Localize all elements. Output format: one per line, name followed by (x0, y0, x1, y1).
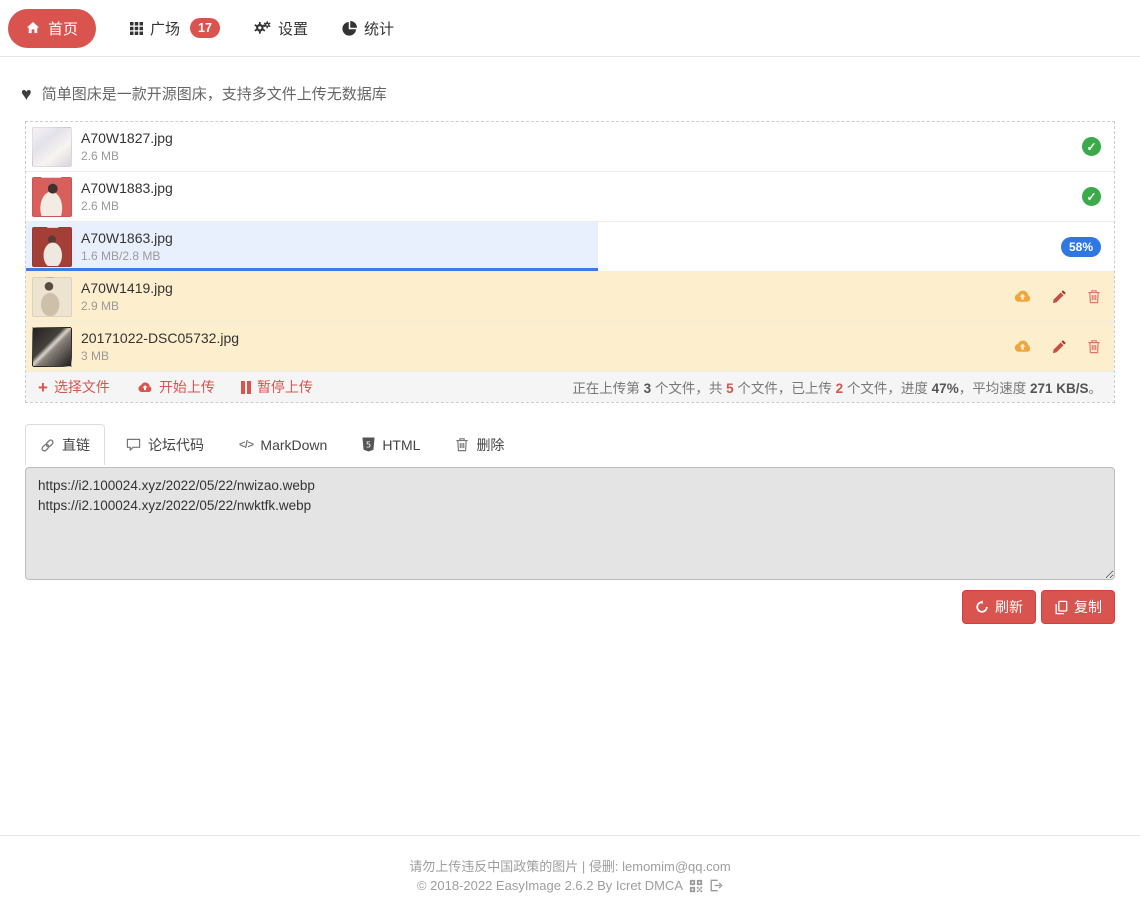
file-thumbnail (32, 277, 72, 317)
file-row-uploading: A70W1863.jpg 1.6 MB/2.8 MB 58% (26, 222, 1114, 272)
svg-text:5: 5 (366, 440, 371, 450)
status-segment: 个文件，共 (651, 381, 726, 396)
pie-chart-icon (342, 21, 357, 36)
status-current-number: 3 (644, 381, 652, 396)
copy-label: 复制 (1074, 597, 1102, 617)
intro-text: 简单图床是一款开源图床，支持多文件上传无数据库 (42, 83, 387, 104)
footer: 请勿上传违反中国政策的图片 | 侵删: lemomim@qq.com © 201… (0, 835, 1140, 895)
success-check-icon: ✓ (1082, 187, 1101, 206)
nav-home-label: 首页 (48, 18, 78, 39)
nav-stats[interactable]: 统计 (342, 18, 394, 39)
tab-html[interactable]: 5 HTML (348, 424, 434, 465)
success-check-icon: ✓ (1082, 137, 1101, 156)
file-thumbnail (32, 227, 72, 267)
file-size: 3 MB (81, 349, 239, 365)
status-speed-number: 271 KB/S (1030, 381, 1089, 396)
nav-plaza-label: 广场 (150, 18, 180, 39)
tab-label: 直链 (62, 435, 90, 455)
file-name: A70W1863.jpg (81, 229, 173, 249)
qr-code-icon[interactable] (689, 879, 703, 893)
tab-markdown[interactable]: </> MarkDown (225, 424, 341, 465)
file-row-queued: A70W1419.jpg 2.9 MB (26, 272, 1114, 322)
tab-label: MarkDown (260, 437, 327, 453)
footer-copyright: © 2018-2022 EasyImage 2.6.2 By Icret DMC… (417, 876, 683, 895)
edit-icon[interactable] (1052, 289, 1067, 304)
file-name: 20171022-DSC05732.jpg (81, 329, 239, 349)
status-segment: 个文件，已上传 (734, 381, 836, 396)
tab-delete[interactable]: 删除 (441, 424, 518, 465)
link-icon (40, 438, 55, 453)
file-size: 2.9 MB (81, 299, 173, 315)
heart-icon: ♥ (21, 85, 32, 103)
copy-icon (1054, 600, 1068, 615)
status-progress-number: 47% (932, 381, 959, 396)
file-size: 2.6 MB (81, 149, 173, 165)
file-row: A70W1827.jpg 2.6 MB ✓ (26, 122, 1114, 172)
nav-settings[interactable]: 设置 (254, 18, 308, 39)
nav-settings-label: 设置 (278, 18, 308, 39)
file-thumbnail (32, 327, 72, 367)
file-thumbnail (32, 127, 72, 167)
start-upload-label: 开始上传 (159, 377, 215, 397)
copy-button[interactable]: 复制 (1041, 590, 1115, 624)
trash-icon (455, 437, 469, 452)
html5-icon: 5 (362, 437, 375, 452)
pause-upload-button[interactable]: 暂停上传 (241, 377, 313, 397)
file-thumbnail (32, 177, 72, 217)
start-upload-button[interactable]: 开始上传 (136, 377, 215, 397)
status-total-number: 5 (726, 381, 734, 396)
select-files-button[interactable]: + 选择文件 (38, 377, 110, 397)
edit-icon[interactable] (1052, 339, 1067, 354)
tab-forum-code[interactable]: 论坛代码 (112, 424, 218, 465)
links-output-textarea[interactable]: https://i2.100024.xyz/2022/05/22/nwizao.… (25, 467, 1115, 580)
cloud-upload-icon (136, 381, 153, 394)
progress-badge: 58% (1061, 237, 1101, 257)
select-files-label: 选择文件 (54, 377, 110, 397)
refresh-icon (975, 600, 989, 614)
file-row: A70W1883.jpg 2.6 MB ✓ (26, 172, 1114, 222)
plaza-count-badge: 17 (190, 18, 220, 38)
tab-label: HTML (382, 437, 420, 453)
status-segment: 正在上传第 (572, 381, 643, 396)
code-icon: </> (239, 439, 253, 451)
status-segment: ，平均速度 (959, 381, 1030, 396)
nav-stats-label: 统计 (364, 18, 394, 39)
nav-plaza[interactable]: 广场 17 (130, 18, 220, 39)
upload-file-icon[interactable] (1012, 339, 1032, 354)
nav-home[interactable]: 首页 (8, 9, 96, 48)
refresh-button[interactable]: 刷新 (962, 590, 1036, 624)
file-row-queued: 20171022-DSC05732.jpg 3 MB (26, 322, 1114, 372)
link-tabs: 直链 论坛代码 </> MarkDown 5 HTML 删除 (25, 424, 1115, 465)
intro-line: ♥ 简单图床是一款开源图床，支持多文件上传无数据库 (21, 83, 1115, 104)
chat-icon (126, 437, 141, 452)
pause-icon (241, 381, 251, 394)
home-icon (26, 21, 40, 35)
status-segment: 。 (1089, 381, 1103, 396)
file-size: 2.6 MB (81, 199, 173, 215)
top-nav: 首页 广场 17 设置 统计 (0, 0, 1140, 57)
output-actions: 刷新 复制 (25, 590, 1115, 624)
footer-notice: 请勿上传违反中国政策的图片 | 侵删: lemomim@qq.com (0, 857, 1140, 876)
file-name: A70W1419.jpg (81, 279, 173, 299)
upload-status-text: 正在上传第 3 个文件，共 5 个文件，已上传 2 个文件，进度 47%，平均速… (572, 377, 1102, 397)
delete-icon[interactable] (1087, 289, 1101, 304)
status-segment: 个文件，进度 (843, 381, 932, 396)
tab-label: 论坛代码 (148, 435, 204, 455)
tab-label: 删除 (476, 435, 504, 455)
pause-upload-label: 暂停上传 (257, 377, 313, 397)
grid-icon (130, 22, 143, 35)
gear-icon (254, 21, 271, 36)
tab-direct-link[interactable]: 直链 (25, 424, 105, 465)
delete-icon[interactable] (1087, 339, 1101, 354)
file-size: 1.6 MB/2.8 MB (81, 249, 173, 265)
upload-dropzone: A70W1827.jpg 2.6 MB ✓ A70W1883.jpg 2.6 M… (25, 121, 1115, 403)
logout-icon[interactable] (709, 879, 723, 892)
upload-file-icon[interactable] (1012, 289, 1032, 304)
file-name: A70W1827.jpg (81, 129, 173, 149)
uploader-toolbar: + 选择文件 开始上传 暂停上传 正在上传第 3 个文件，共 5 个文件，已上传… (26, 372, 1114, 402)
refresh-label: 刷新 (995, 597, 1023, 617)
plus-icon: + (38, 379, 48, 396)
progress-bar (26, 268, 598, 271)
file-name: A70W1883.jpg (81, 179, 173, 199)
